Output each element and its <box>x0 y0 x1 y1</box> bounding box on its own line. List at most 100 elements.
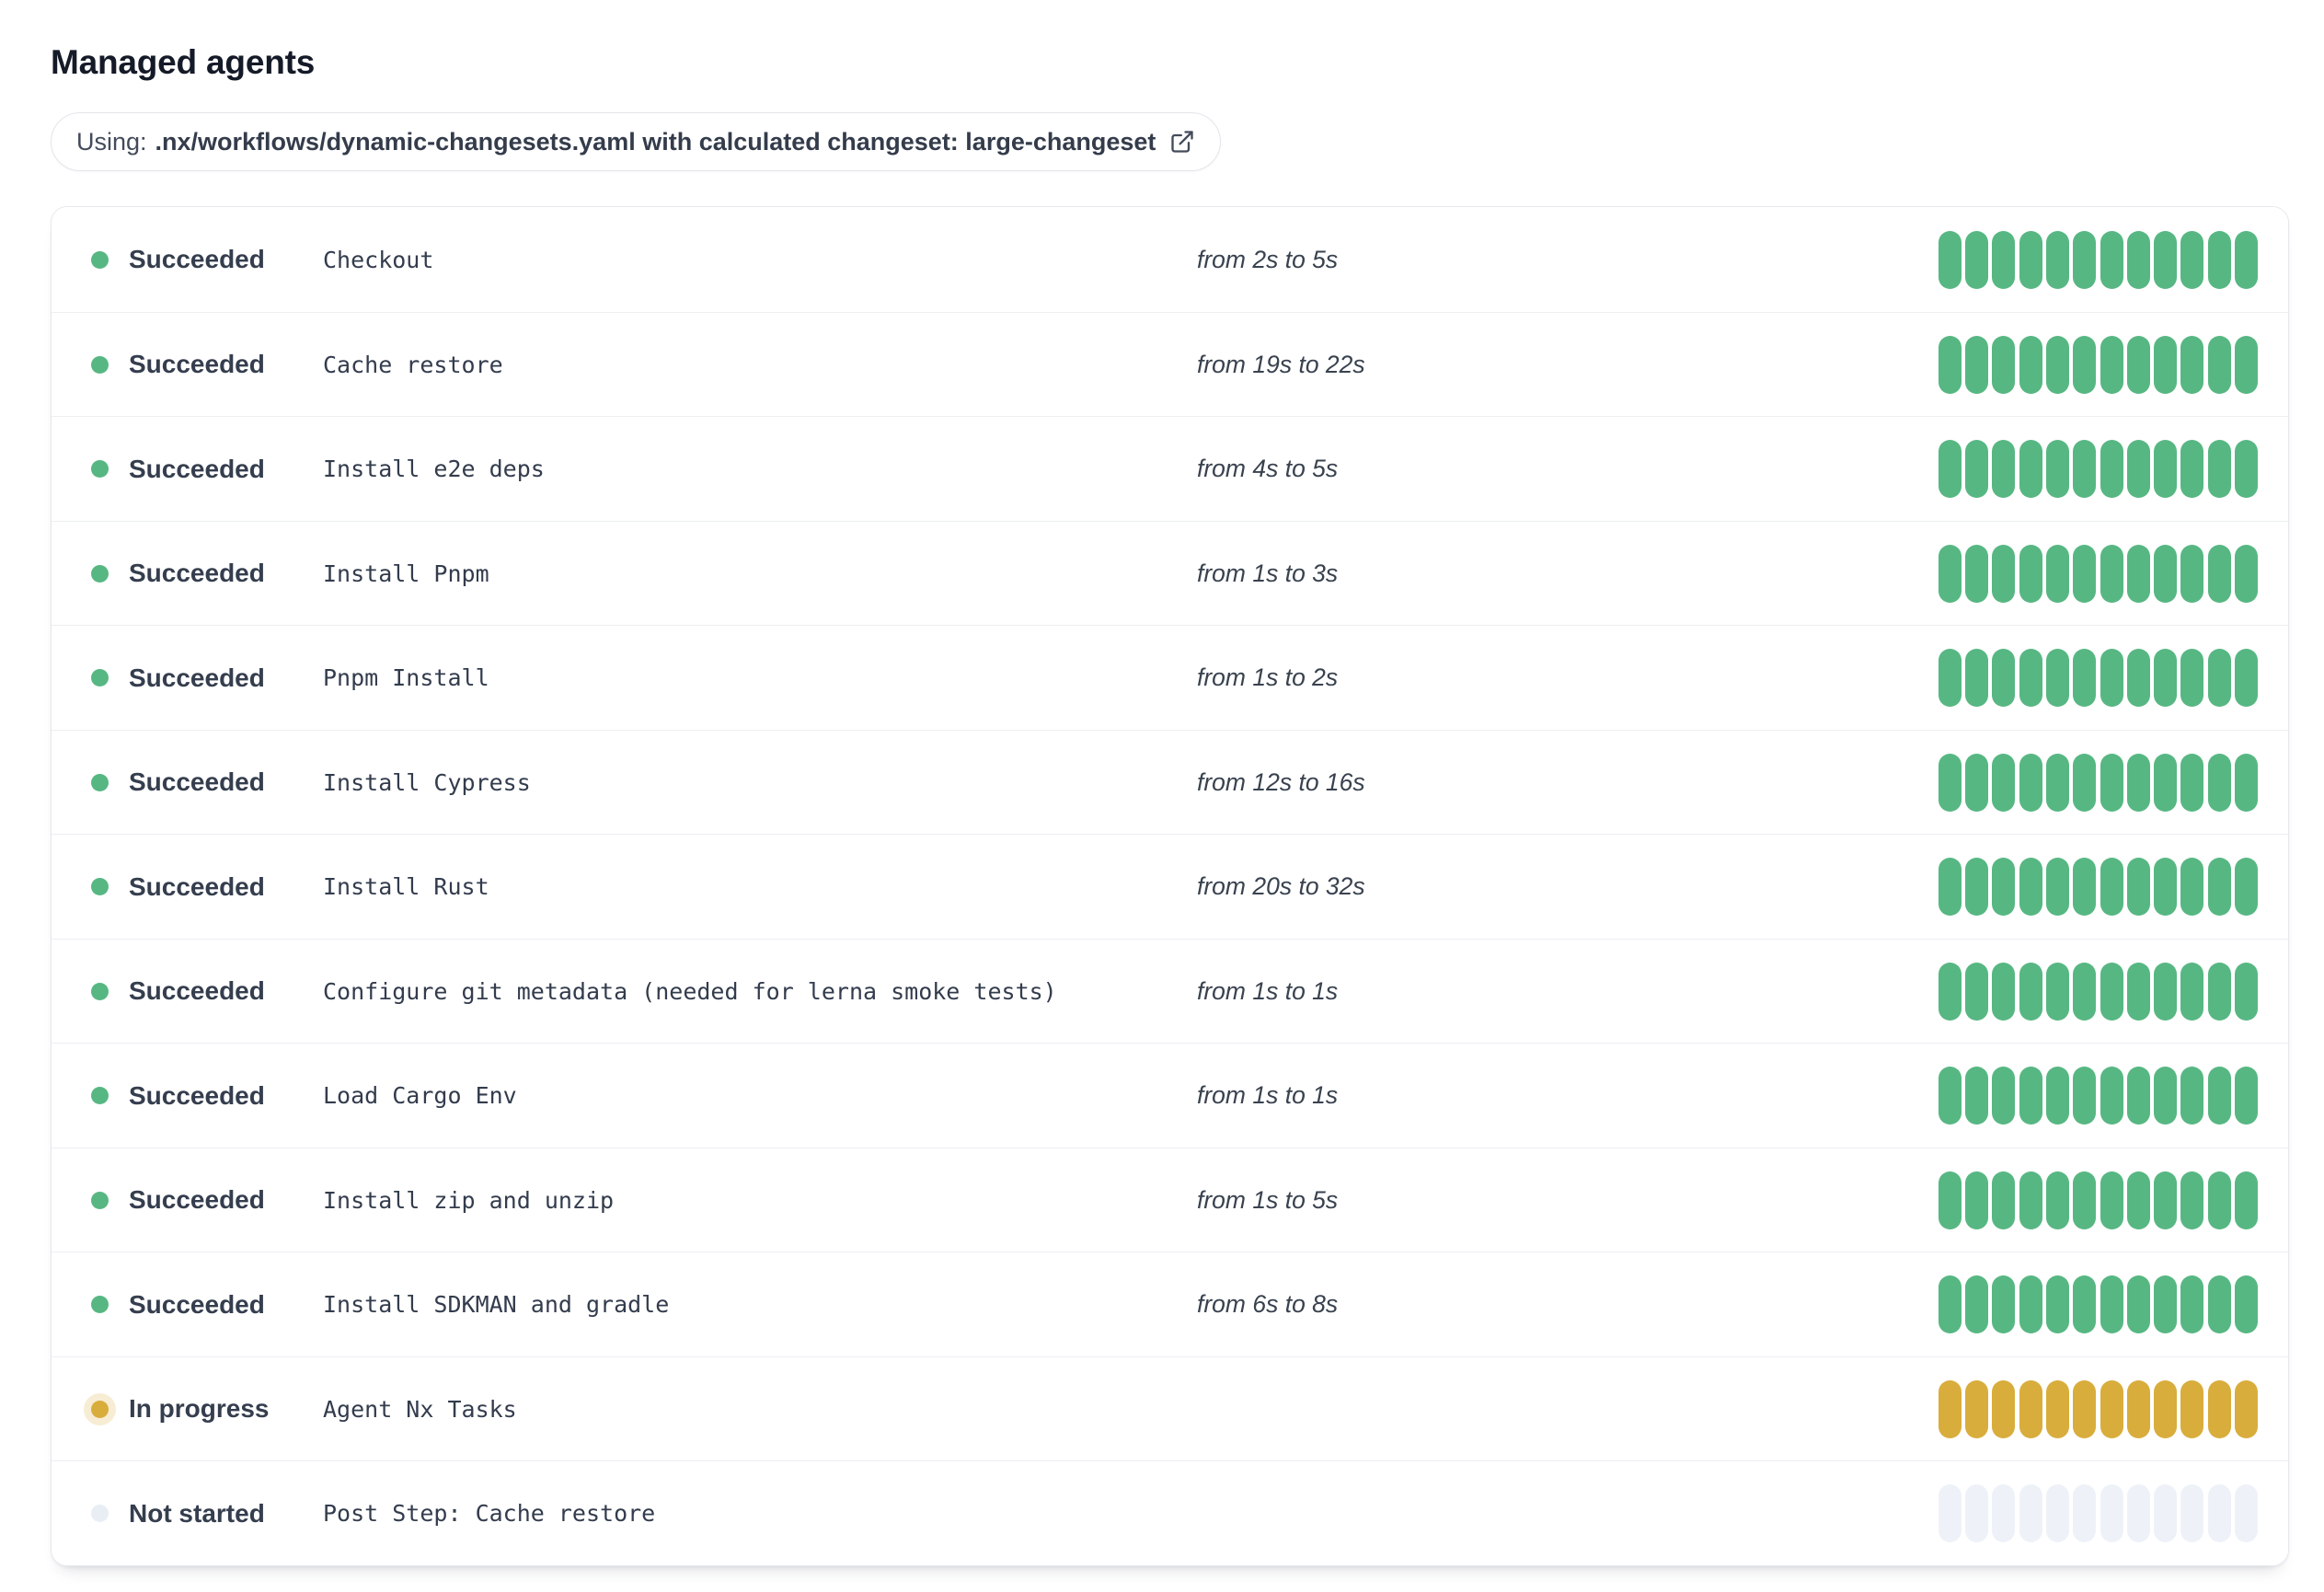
progress-segment <box>1938 1275 1962 1334</box>
progress-segment <box>1938 440 1962 499</box>
status-dot-icon <box>91 460 109 479</box>
progress-segment <box>2019 544 2042 603</box>
progress-segment <box>2235 1275 2258 1334</box>
progress-bar <box>1938 1379 2258 1438</box>
status-label: Succeeded <box>129 976 265 1006</box>
progress-segment <box>1965 1067 1989 1125</box>
progress-segment <box>2045 753 2069 812</box>
progress-segment <box>2235 1484 2258 1543</box>
progress-segment <box>2126 440 2150 499</box>
progress-segment <box>1938 753 1962 812</box>
progress-segment <box>2073 858 2097 917</box>
status-label: Succeeded <box>129 559 265 588</box>
agent-row[interactable]: Succeeded Install zip and unzip from 1s … <box>52 1147 2288 1252</box>
progress-segment <box>2180 335 2204 394</box>
progress-segment <box>2235 649 2258 708</box>
progress-segment <box>2154 1484 2178 1543</box>
progress-segment <box>2126 858 2150 917</box>
progress-segment <box>2045 649 2069 708</box>
progress-bar <box>1938 440 2258 499</box>
status-label: Succeeded <box>129 767 265 797</box>
agent-row[interactable]: Succeeded Configure git metadata (needed… <box>52 938 2288 1044</box>
progress-segment <box>2073 1275 2097 1334</box>
status-cell: In progress <box>91 1394 323 1424</box>
agent-row[interactable]: Not started Post Step: Cache restore <box>52 1460 2288 1565</box>
step-name: Checkout <box>323 246 434 273</box>
agent-row[interactable]: Succeeded Cache restore from 19s to 22s <box>52 311 2288 417</box>
agent-row[interactable]: In progress Agent Nx Tasks <box>52 1356 2288 1461</box>
progress-segment <box>2045 230 2069 289</box>
progress-segment <box>1938 962 1962 1021</box>
progress-segment <box>2073 440 2097 499</box>
progress-segment <box>2100 544 2123 603</box>
progress-segment <box>2019 858 2042 917</box>
progress-segment <box>2207 230 2231 289</box>
status-label: Succeeded <box>129 663 265 692</box>
agent-row[interactable]: Succeeded Install e2e deps from 4s to 5s <box>52 416 2288 521</box>
progress-segment <box>2154 230 2178 289</box>
progress-segment <box>2207 858 2231 917</box>
progress-segment <box>1992 1379 2016 1438</box>
progress-segment <box>2019 335 2042 394</box>
workflow-badge[interactable]: Using: .nx/workflows/dynamic-changesets.… <box>51 112 1222 172</box>
progress-segment <box>2045 1379 2069 1438</box>
page-title: Managed agents <box>51 43 316 81</box>
duration-label: from 2s to 5s <box>1197 245 1339 273</box>
progress-bar <box>1938 962 2258 1021</box>
status-dot-icon <box>91 1505 109 1523</box>
agent-row[interactable]: Succeeded Install Pnpm from 1s to 3s <box>52 520 2288 626</box>
status-dot-icon <box>91 1296 109 1314</box>
step-name: Cache restore <box>323 351 503 378</box>
progress-segment <box>1965 1484 1989 1543</box>
progress-segment <box>2045 962 2069 1021</box>
progress-segment <box>2180 962 2204 1021</box>
agent-row[interactable]: Succeeded Load Cargo Env from 1s to 1s <box>52 1043 2288 1148</box>
status-cell: Succeeded <box>91 767 323 797</box>
status-dot-icon <box>91 564 109 583</box>
agent-row[interactable]: Succeeded Install Cypress from 12s to 16… <box>52 729 2288 835</box>
progress-segment <box>1938 1484 1962 1543</box>
progress-segment <box>2235 440 2258 499</box>
progress-segment <box>1992 230 2016 289</box>
progress-segment <box>1965 1171 1989 1229</box>
progress-segment <box>2207 440 2231 499</box>
progress-segment <box>1938 649 1962 708</box>
duration-label: from 1s to 1s <box>1197 1081 1339 1110</box>
progress-segment <box>1938 858 1962 917</box>
progress-segment <box>2045 1171 2069 1229</box>
progress-segment <box>2019 962 2042 1021</box>
progress-segment <box>2126 962 2150 1021</box>
agent-row[interactable]: Succeeded Install SDKMAN and gradle from… <box>52 1252 2288 1356</box>
workflow-badge-prefix: Using: <box>76 127 147 156</box>
duration-label: from 1s to 2s <box>1197 663 1339 692</box>
progress-segment <box>2073 1171 2097 1229</box>
status-dot-icon <box>91 878 109 896</box>
progress-segment <box>2019 1067 2042 1125</box>
progress-segment <box>2019 230 2042 289</box>
step-name: Install Cypress <box>323 768 531 796</box>
progress-segment <box>2154 962 2178 1021</box>
agent-row[interactable]: Succeeded Install Rust from 20s to 32s <box>52 834 2288 939</box>
status-label: Succeeded <box>129 1185 265 1215</box>
progress-segment <box>2100 440 2123 499</box>
progress-segment <box>2207 1171 2231 1229</box>
status-dot-icon <box>91 773 109 791</box>
step-name: Agent Nx Tasks <box>323 1395 517 1423</box>
progress-segment <box>2180 1275 2204 1334</box>
agent-row[interactable]: Succeeded Checkout from 2s to 5s <box>52 207 2288 312</box>
status-label: Succeeded <box>129 1289 265 1319</box>
status-label: Succeeded <box>129 350 265 379</box>
progress-segment <box>1992 440 2016 499</box>
progress-segment <box>2073 230 2097 289</box>
progress-segment <box>2045 335 2069 394</box>
status-cell: Succeeded <box>91 455 323 484</box>
progress-segment <box>2073 1484 2097 1543</box>
progress-segment <box>2235 544 2258 603</box>
progress-segment <box>1992 1171 2016 1229</box>
progress-segment <box>2154 858 2178 917</box>
progress-segment <box>2045 858 2069 917</box>
progress-segment <box>2045 1275 2069 1334</box>
status-label: In progress <box>129 1394 270 1424</box>
agent-row[interactable]: Succeeded Pnpm Install from 1s to 2s <box>52 625 2288 730</box>
step-name: Install Rust <box>323 873 489 901</box>
